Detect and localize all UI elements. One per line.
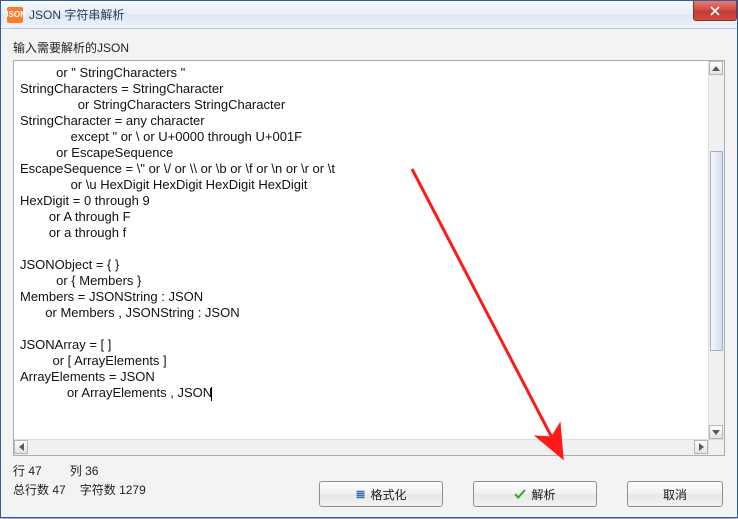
titlebar[interactable]: JSON JSON 字符串解析 bbox=[1, 1, 737, 29]
col-label: 列 bbox=[70, 464, 82, 478]
char-count: 字符数 1279 bbox=[80, 481, 146, 498]
json-input-text: or " StringCharacters " StringCharacters… bbox=[20, 65, 335, 400]
parse-button[interactable]: 解析 bbox=[473, 481, 597, 507]
chevron-left-icon bbox=[19, 443, 24, 451]
chars-label: 字符数 bbox=[80, 483, 116, 497]
client-area: 输入需要解析的JSON or " StringCharacters " Stri… bbox=[1, 29, 737, 517]
format-button[interactable]: ≣ 格式化 bbox=[319, 481, 443, 507]
chevron-up-icon bbox=[712, 66, 720, 71]
json-input[interactable]: or " StringCharacters " StringCharacters… bbox=[14, 61, 708, 439]
format-icon: ≣ bbox=[355, 487, 365, 501]
vertical-scrollbar[interactable] bbox=[708, 61, 724, 439]
check-icon bbox=[514, 488, 526, 500]
input-label: 输入需要解析的JSON bbox=[13, 39, 725, 56]
cursor-col: 列 36 bbox=[70, 462, 99, 479]
window-title: JSON 字符串解析 bbox=[29, 6, 124, 23]
scroll-corner bbox=[708, 439, 724, 455]
line-label: 行 bbox=[13, 464, 25, 478]
vertical-scroll-thumb[interactable] bbox=[710, 151, 723, 351]
horizontal-scrollbar[interactable] bbox=[14, 439, 708, 455]
close-icon bbox=[710, 6, 720, 16]
cursor-line: 行 47 bbox=[13, 462, 42, 479]
button-row: ≣ 格式化 解析 取消 bbox=[319, 481, 723, 507]
json-input-container: or " StringCharacters " StringCharacters… bbox=[13, 60, 725, 456]
scroll-up-button[interactable] bbox=[709, 61, 723, 75]
total-lines-label: 总行数 bbox=[13, 483, 49, 497]
scroll-down-button[interactable] bbox=[709, 425, 723, 439]
format-button-label: 格式化 bbox=[371, 486, 407, 503]
cancel-button-label: 取消 bbox=[663, 486, 687, 503]
chevron-right-icon bbox=[699, 443, 704, 451]
scroll-left-button[interactable] bbox=[14, 440, 28, 454]
chevron-down-icon bbox=[712, 430, 720, 435]
cancel-button[interactable]: 取消 bbox=[627, 481, 723, 507]
parse-button-label: 解析 bbox=[531, 486, 555, 503]
total-lines: 总行数 47 bbox=[13, 481, 66, 498]
scroll-right-button[interactable] bbox=[694, 440, 708, 454]
status-row-1: 行 47 列 36 bbox=[13, 462, 725, 479]
col-value: 36 bbox=[85, 464, 98, 478]
total-lines-value: 47 bbox=[52, 483, 65, 497]
text-caret bbox=[211, 387, 212, 401]
app-icon: JSON bbox=[7, 7, 23, 23]
close-button[interactable] bbox=[693, 1, 737, 21]
line-value: 47 bbox=[28, 464, 41, 478]
chars-value: 1279 bbox=[119, 483, 146, 497]
dialog-window: JSON JSON 字符串解析 输入需要解析的JSON or " StringC… bbox=[0, 0, 738, 518]
